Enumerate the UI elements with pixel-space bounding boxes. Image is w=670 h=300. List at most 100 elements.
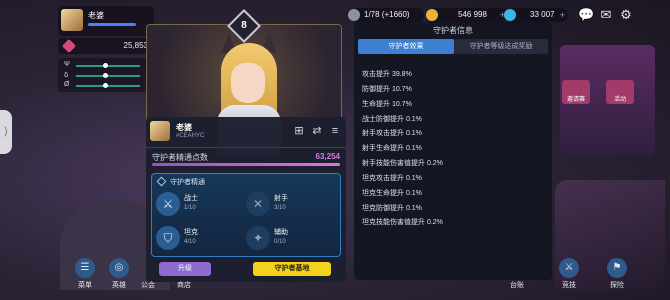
guardian-info-panel: 守护者信息 守护者效果 守护者等级达成奖励 攻击提升 39.8% 防御提升 10… bbox=[354, 22, 552, 280]
class-count: 0/10 bbox=[274, 239, 286, 245]
list-item: 射手技能伤害值提升 0.2% bbox=[362, 160, 443, 168]
avatar[interactable] bbox=[61, 9, 83, 31]
player-profile[interactable]: 老婆 bbox=[58, 6, 154, 36]
stat-bar bbox=[76, 85, 140, 87]
nav-arena[interactable]: ⚔ 竞技 bbox=[554, 258, 584, 298]
event-activity-button[interactable]: 活动 bbox=[606, 80, 634, 104]
list-item: 生命提升 10.7% bbox=[362, 100, 412, 108]
nav-heroes[interactable]: ◎ 英雄 bbox=[104, 258, 134, 298]
nav-label: 菜单 bbox=[78, 282, 92, 289]
guardian-panel: 老婆 #CEAHYC ⊞ ⇄ ≡ 守护者精通点数 63,254 守护者精通 ⚔ … bbox=[146, 117, 346, 282]
stat-bar bbox=[76, 75, 140, 77]
player-name: 老婆 bbox=[88, 11, 104, 20]
support-icon: ✦ bbox=[246, 226, 270, 250]
adventure-icon: ⚑ bbox=[607, 258, 627, 278]
list-item: 防御提升 10.7% bbox=[362, 85, 412, 93]
nav-label: 商店 bbox=[177, 282, 191, 289]
gem-counter[interactable]: 33 007 + bbox=[504, 8, 568, 22]
gold-icon bbox=[426, 9, 438, 21]
stat-knob[interactable] bbox=[102, 73, 108, 78]
guardian-id: #CEAHYC bbox=[176, 133, 205, 139]
level-number: 8 bbox=[241, 20, 247, 31]
gem-icon bbox=[504, 9, 516, 21]
mastery-points-fill bbox=[152, 163, 340, 166]
stat-knob[interactable] bbox=[102, 83, 108, 88]
stamina-value: 1/78 (+1660) bbox=[364, 10, 410, 19]
nav-label: 英雄 bbox=[112, 282, 126, 289]
stamina-icon bbox=[348, 9, 360, 21]
class-support[interactable]: ✦ 辅助 0/10 bbox=[246, 224, 332, 252]
tab-level-rewards[interactable]: 守护者等级达成奖励 bbox=[454, 39, 548, 54]
class-name: 坦克 bbox=[184, 229, 198, 236]
nav-guild[interactable]: 公会 bbox=[138, 270, 158, 300]
gold-value: 546 998 bbox=[458, 10, 487, 19]
hero-icon: ◎ bbox=[109, 258, 129, 278]
mastery-points-value: 63,254 bbox=[315, 152, 340, 161]
stats-panel: Ψ ẟ Ø bbox=[58, 58, 154, 92]
crossbow-icon: ✕ bbox=[246, 192, 270, 216]
diamond-icon bbox=[156, 176, 167, 187]
menu-icon[interactable]: ≡ bbox=[328, 124, 342, 138]
button-label: 邀请赛 bbox=[566, 97, 585, 103]
class-count: 1/10 bbox=[184, 205, 196, 211]
class-name: 辅助 bbox=[274, 229, 288, 236]
guardian-base-button[interactable]: 守护者基地 bbox=[253, 262, 331, 276]
hero-face bbox=[231, 63, 265, 103]
class-count: 3/10 bbox=[274, 205, 286, 211]
exp-bar bbox=[88, 23, 136, 26]
stamina-counter[interactable]: 1/78 (+1660) bbox=[348, 8, 424, 22]
list-item: 坦克攻击提升 0.1% bbox=[362, 174, 422, 182]
stat-symbol: ẟ bbox=[64, 72, 69, 79]
sword-icon: ⚔ bbox=[156, 192, 180, 216]
stat-row: Ø bbox=[64, 81, 148, 90]
arena-icon: ⚔ bbox=[559, 258, 579, 278]
gem-value: 33 007 bbox=[530, 10, 555, 19]
shield-icon: ⛉ bbox=[156, 226, 180, 250]
list-item: 坦克防御提升 0.1% bbox=[362, 204, 422, 212]
nav-adventure[interactable]: ⚑ 探险 bbox=[602, 258, 632, 298]
settings-icon[interactable]: ⚙ bbox=[618, 7, 634, 23]
list-item: 射手生命提升 0.1% bbox=[362, 145, 422, 153]
nav-label: 公会 bbox=[141, 282, 155, 289]
effects-list: 攻击提升 39.8% 防御提升 10.7% 生命提升 10.7% 战士防御提升 … bbox=[362, 70, 443, 233]
gem-add-button[interactable]: + bbox=[560, 8, 565, 22]
mastery-box: 守护者精通 ⚔ 战士 1/10 ✕ 射手 3/10 ⛉ 坦克 4/10 ✦ 辅助… bbox=[151, 173, 341, 257]
mastery-points-label: 守护者精通点数 bbox=[152, 153, 208, 162]
power-icon bbox=[61, 38, 77, 54]
nav-label: 竞技 bbox=[562, 282, 576, 289]
class-tank[interactable]: ⛉ 坦克 4/10 bbox=[156, 224, 242, 252]
stat-symbol: Ψ bbox=[64, 61, 70, 68]
stat-symbol: Ø bbox=[64, 81, 70, 88]
side-drawer-handle[interactable]: ⟩ bbox=[0, 110, 12, 154]
combat-power-value: 25,853 bbox=[123, 41, 148, 50]
class-warrior[interactable]: ⚔ 战士 1/10 bbox=[156, 190, 242, 218]
combat-power: 25,853 bbox=[58, 38, 154, 54]
button-label: 活动 bbox=[613, 97, 626, 103]
mail-icon[interactable]: ✉ bbox=[598, 7, 614, 23]
stat-row: Ψ bbox=[64, 61, 148, 70]
nav-shop[interactable]: 商店 bbox=[172, 270, 196, 300]
nav-label: 台账 bbox=[510, 282, 524, 289]
switch-icon[interactable]: ⇄ bbox=[310, 124, 324, 138]
stat-knob[interactable] bbox=[102, 63, 108, 68]
class-name: 射手 bbox=[274, 195, 288, 202]
mastery-title: 守护者精通 bbox=[170, 179, 205, 186]
chat-icon[interactable]: 💬 bbox=[578, 7, 594, 23]
add-friend-icon[interactable]: ⊞ bbox=[292, 124, 306, 138]
list-item: 攻击提升 39.8% bbox=[362, 71, 412, 78]
divider bbox=[146, 147, 346, 148]
avatar[interactable] bbox=[150, 121, 170, 141]
tab-guardian-effects[interactable]: 守护者效果 bbox=[358, 39, 454, 54]
event-invite-button[interactable]: 邀请赛 bbox=[562, 80, 590, 104]
class-name: 战士 bbox=[184, 195, 198, 202]
nav-menu[interactable]: ☰ 菜单 bbox=[70, 258, 100, 298]
list-item: 战士防御提升 0.1% bbox=[362, 115, 422, 123]
class-archer[interactable]: ✕ 射手 3/10 bbox=[246, 190, 332, 218]
list-item: 坦克技能伤害值提升 0.2% bbox=[362, 219, 443, 227]
list-item: 坦克生命提升 0.1% bbox=[362, 189, 422, 197]
class-count: 4/10 bbox=[184, 239, 196, 245]
gold-counter[interactable]: 546 998 + bbox=[426, 8, 508, 22]
nav-ledger[interactable]: 台账 bbox=[502, 270, 532, 300]
info-panel-title: 守护者信息 bbox=[433, 26, 473, 35]
guardian-name: 老婆 bbox=[176, 123, 192, 132]
